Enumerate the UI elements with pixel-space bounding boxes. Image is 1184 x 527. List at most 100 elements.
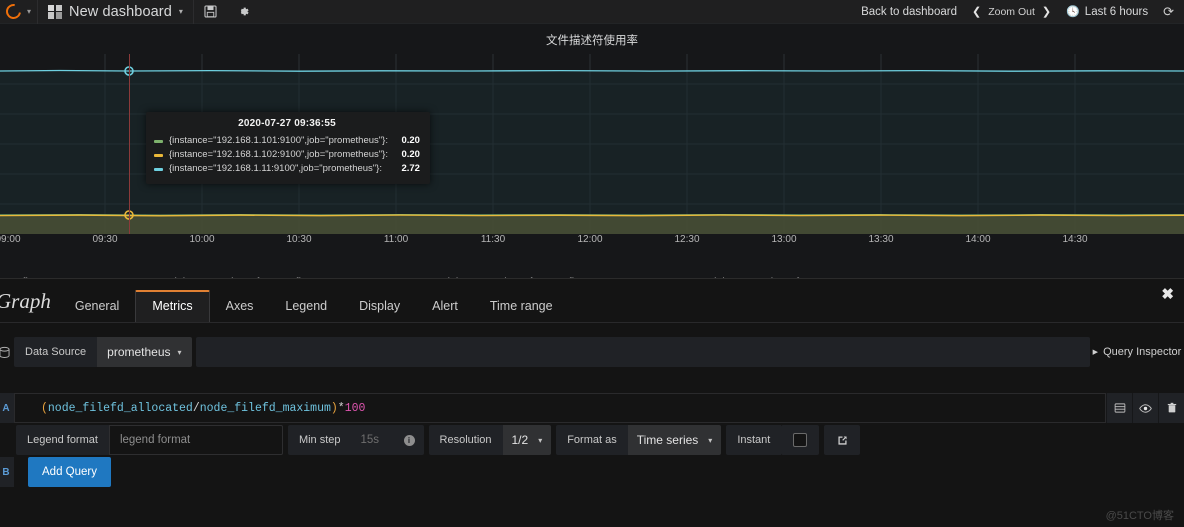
datasource-row: Data Source prometheus ▾ ▶ Query Inspect… (0, 337, 1184, 367)
tooltip-series-name: {instance="192.168.1.102:9100",job="prom… (169, 149, 388, 160)
format-as-value: Time series (636, 433, 699, 447)
x-axis-tick: 14:00 (965, 234, 991, 245)
tooltip-series-name: {instance="192.168.1.11:9100",job="prome… (169, 163, 382, 174)
chevron-right-icon: ▶ (1092, 349, 1099, 356)
datasource-label: Data Source (14, 337, 98, 367)
tooltip-series-name: {instance="192.168.1.101:9100",job="prom… (169, 135, 388, 146)
format-as-label: Format as (556, 425, 628, 455)
zoom-out-button[interactable]: Zoom Out (988, 6, 1035, 18)
tab-display[interactable]: Display (343, 291, 416, 322)
query-expression-input[interactable]: (node_filefd_allocated / node_filefd_max… (14, 393, 1106, 423)
time-range-label: Last 6 hours (1084, 5, 1149, 18)
expr-token: * (337, 401, 345, 415)
editor-heading: Graph (0, 289, 51, 313)
min-step-label: Min step (287, 425, 352, 455)
tab-general[interactable]: General (59, 291, 135, 322)
x-axis-tick: 12:00 (577, 234, 603, 245)
tooltip-row: {instance="192.168.1.102:9100",job="prom… (154, 148, 420, 162)
expr-token: ) (330, 401, 338, 415)
back-to-dashboard-link[interactable]: Back to dashboard (852, 0, 966, 24)
tab-metrics[interactable]: Metrics (135, 290, 210, 322)
chevron-down-icon[interactable]: ▾ (27, 7, 31, 16)
add-query-row: B Add Query (0, 457, 1184, 487)
datasource-icon[interactable] (0, 337, 14, 367)
chevron-down-icon: ▾ (177, 347, 182, 357)
query-actions (1106, 393, 1184, 423)
instant-label: Instant (726, 425, 782, 455)
chevron-down-icon: ▾ (708, 435, 713, 445)
gear-icon[interactable] (227, 0, 260, 24)
tooltip-row: {instance="192.168.1.101:9100",job="prom… (154, 134, 420, 148)
x-axis-tick: 13:30 (868, 234, 894, 245)
dashboard-title: New dashboard (69, 3, 172, 20)
time-range-picker[interactable]: 🕓 Last 6 hours (1057, 0, 1157, 24)
navbar-right-controls: Back to dashboard ❮ Zoom Out ❯ 🕓 Last 6 … (852, 0, 1184, 24)
query-inspector-button[interactable]: ▶ Query Inspector (1090, 337, 1184, 367)
tooltip-row: {instance="192.168.1.11:9100",job="prome… (154, 162, 420, 176)
x-axis-tick: 10:00 (189, 234, 215, 245)
crosshair-line (129, 54, 130, 234)
tooltip-series-value: 0.20 (401, 149, 420, 160)
time-zoom-controls: ❮ Zoom Out ❯ (966, 5, 1057, 19)
panel-editor: Graph General Metrics Axes Legend Displa… (0, 278, 1184, 527)
tooltip-series-value: 0.20 (401, 135, 420, 146)
grafana-logo-icon[interactable] (0, 0, 26, 24)
series-color-swatch (154, 139, 163, 143)
chevron-down-icon: ▾ (178, 7, 183, 16)
legend-format-label: Legend format (16, 425, 109, 455)
add-query-button[interactable]: Add Query (28, 457, 111, 487)
tooltip-timestamp: 2020-07-27 09:36:55 (238, 118, 336, 129)
chevron-down-icon: ▾ (538, 435, 543, 445)
query-letter[interactable]: A (0, 393, 14, 423)
series-color-swatch (154, 153, 163, 157)
x-axis-tick: 11:00 (383, 234, 409, 245)
top-navbar: ▾ New dashboard ▾ Back to dashboard ❮ Zo… (0, 0, 1184, 24)
checkbox-box (793, 433, 808, 447)
min-step-placeholder: 15s (360, 434, 380, 446)
chevron-right-icon[interactable]: ❯ (1042, 5, 1051, 18)
clock-icon: 🕓 (1066, 6, 1080, 18)
instant-checkbox[interactable] (781, 425, 820, 455)
x-axis-tick: 09:00 (0, 234, 21, 245)
panel-title[interactable]: 文件描述符使用率 (0, 24, 1184, 47)
tab-time-range[interactable]: Time range (474, 291, 569, 322)
info-icon[interactable]: i (403, 434, 415, 446)
min-step-input[interactable]: 15s i (351, 425, 424, 455)
query-inspector-label: Query Inspector (1103, 346, 1182, 358)
tab-axes[interactable]: Axes (210, 291, 270, 322)
dashboard-title-menu[interactable]: New dashboard ▾ (38, 0, 193, 24)
resolution-select[interactable]: 1/2 ▾ (502, 425, 552, 455)
tab-legend[interactable]: Legend (269, 291, 343, 322)
expr-token: 100 (344, 401, 366, 415)
editor-tabs: Graph General Metrics Axes Legend Displa… (0, 279, 1184, 323)
tooltip-series-value: 2.72 (401, 163, 420, 174)
trash-icon[interactable] (1158, 393, 1184, 423)
watermark: @51CTO博客 (1105, 510, 1174, 522)
graph-panel: 文件描述符使用率 2020-07-27 09:36:55 {instance="… (0, 24, 1184, 288)
close-icon[interactable]: ✖ (1161, 285, 1174, 303)
format-as-select[interactable]: Time series ▾ (627, 425, 722, 455)
expr-token: node_filefd_allocated (47, 401, 193, 415)
expr-token: node_filefd_maximum (199, 401, 331, 415)
x-axis-tick: 11:30 (480, 234, 506, 245)
tab-alert[interactable]: Alert (416, 291, 474, 322)
chevron-left-icon[interactable]: ❮ (972, 5, 981, 18)
datasource-row-filler (195, 337, 1090, 367)
x-axis-tick: 09:30 (92, 234, 118, 245)
external-link-icon[interactable] (824, 425, 861, 455)
x-axis-tick: 12:30 (674, 234, 700, 245)
dashboard-grid-icon (48, 4, 63, 19)
eye-icon[interactable] (1132, 393, 1158, 423)
query-options-row: Legend format legend format Min step 15s… (0, 425, 1184, 455)
resolution-value: 1/2 (511, 433, 529, 447)
query-row-a: A (node_filefd_allocated / node_filefd_m… (0, 393, 1184, 423)
datasource-select[interactable]: prometheus ▾ (97, 337, 192, 367)
refresh-icon[interactable]: ⟳ (1157, 4, 1184, 20)
list-lines-icon[interactable] (1106, 393, 1132, 423)
expr-token: ( (41, 401, 48, 415)
save-disk-icon[interactable] (194, 0, 227, 24)
legend-format-input[interactable]: legend format (108, 425, 283, 455)
chart-tooltip: 2020-07-27 09:36:55 {instance="192.168.1… (146, 112, 430, 184)
resolution-label: Resolution (428, 425, 503, 455)
query-letter-b: B (0, 457, 14, 487)
